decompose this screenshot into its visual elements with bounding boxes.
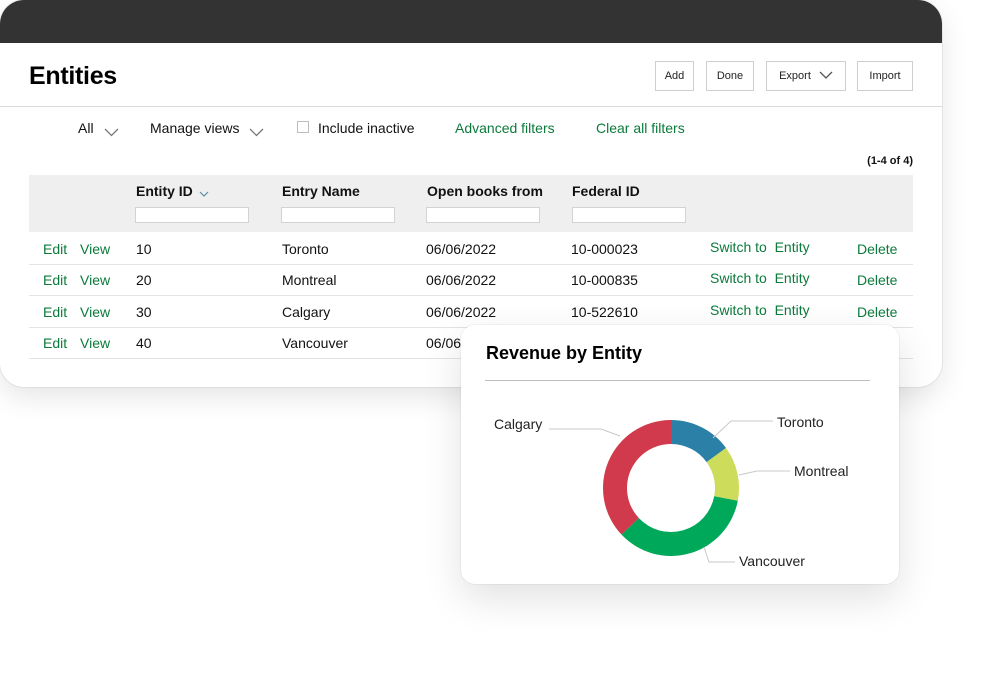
open-books-filter-input[interactable] (426, 207, 540, 223)
leader-line-montreal (738, 470, 790, 476)
open-books-cell: 06/06/2022 (426, 241, 497, 257)
view-link[interactable]: View (80, 304, 110, 320)
slice-label-montreal: Montreal (794, 463, 848, 479)
slice-calgary (603, 420, 671, 535)
table-row: Edit View 10 Toronto 06/06/2022 10-000023 Swit… (29, 233, 913, 265)
slice-label-calgary: Calgary (494, 416, 542, 432)
table-row: Edit View 30 Calgary 06/06/2022 10-522610 Swit… (29, 296, 913, 328)
revenue-chart-card: Revenue by Entity Toronto Montreal Vancouv… (461, 325, 899, 584)
slice-label-toronto: Toronto (777, 414, 824, 430)
entry-name-filter-input[interactable] (281, 207, 395, 223)
delete-link[interactable]: Delete (857, 272, 897, 288)
view-link[interactable]: View (80, 272, 110, 288)
open-books-cell: 06/06/2022 (426, 304, 497, 320)
donut-chart: Toronto Montreal Vancouver Calgary (494, 414, 848, 569)
entity-id-cell: 10 (136, 241, 152, 257)
column-header-entry-name[interactable]: Entry Name (282, 183, 360, 199)
edit-link[interactable]: Edit (43, 335, 67, 351)
entity-id-cell: 40 (136, 335, 152, 351)
switch-entity-link[interactable]: Switch to Entity (710, 302, 810, 318)
column-header-federal-id[interactable]: Federal ID (572, 183, 640, 199)
column-header-entity-id[interactable]: Entity ID (136, 183, 209, 200)
sort-chevron-icon[interactable] (199, 184, 209, 200)
edit-link[interactable]: Edit (43, 272, 67, 288)
export-button[interactable]: Export (766, 61, 846, 91)
open-books-cell: 06/06/2022 (426, 272, 497, 288)
edit-link[interactable]: Edit (43, 241, 67, 257)
entry-name-cell: Toronto (282, 241, 329, 257)
chevron-down-icon (819, 70, 833, 82)
entry-name-cell: Montreal (282, 272, 337, 288)
leader-line-calgary (549, 428, 621, 437)
entity-id-cell: 30 (136, 304, 152, 320)
window-titlebar (0, 0, 942, 43)
include-inactive-label: Include inactive (318, 120, 415, 136)
clear-filters-link[interactable]: Clear all filters (596, 120, 685, 136)
edit-link[interactable]: Edit (43, 304, 67, 320)
chevron-down-icon[interactable] (249, 124, 264, 142)
done-button-label: Done (716, 70, 744, 82)
view-link[interactable]: View (80, 241, 110, 257)
add-button-label: Add (664, 70, 685, 82)
export-button-label: Export (779, 70, 811, 82)
chevron-down-icon[interactable] (104, 124, 119, 142)
slice-vancouver (621, 496, 738, 556)
import-button[interactable]: Import (857, 61, 913, 91)
delete-link[interactable]: Delete (857, 304, 897, 320)
result-count: (1-4 of 4) (867, 155, 913, 167)
entity-id-cell: 20 (136, 272, 152, 288)
delete-link[interactable]: Delete (857, 241, 897, 257)
switch-entity-link[interactable]: Switch to Entity (710, 270, 810, 286)
entry-name-cell: Calgary (282, 304, 331, 320)
advanced-filters-link[interactable]: Advanced filters (455, 120, 555, 136)
manage-views-label: Manage views (150, 120, 240, 136)
page-title: Entities (29, 62, 117, 90)
federal-id-cell: 10-000835 (571, 272, 638, 288)
add-button[interactable]: Add (655, 61, 694, 91)
federal-id-cell: 10-000023 (571, 241, 638, 257)
done-button[interactable]: Done (706, 61, 754, 91)
all-views-label: All (78, 120, 94, 136)
manage-views-dropdown[interactable]: Manage views (150, 120, 240, 136)
column-header-label: Entity ID (136, 183, 193, 199)
federal-id-cell: 10-522610 (571, 304, 638, 320)
header-divider (0, 106, 942, 107)
federal-id-filter-input[interactable] (572, 207, 686, 223)
view-link[interactable]: View (80, 335, 110, 351)
entity-id-filter-input[interactable] (135, 207, 249, 223)
include-inactive-checkbox[interactable] (297, 121, 309, 133)
leader-line-toronto (712, 420, 773, 439)
switch-entity-link[interactable]: Switch to Entity (710, 239, 810, 255)
import-button-label: Import (869, 70, 901, 82)
column-header-open-books[interactable]: Open books from (427, 183, 543, 199)
leader-line-vancouver (703, 546, 735, 563)
table-row: Edit View 20 Montreal 06/06/2022 10-000835 Swi… (29, 264, 913, 296)
slice-label-vancouver: Vancouver (739, 553, 805, 569)
entry-name-cell: Vancouver (282, 335, 348, 351)
all-views-dropdown[interactable]: All (78, 120, 94, 136)
